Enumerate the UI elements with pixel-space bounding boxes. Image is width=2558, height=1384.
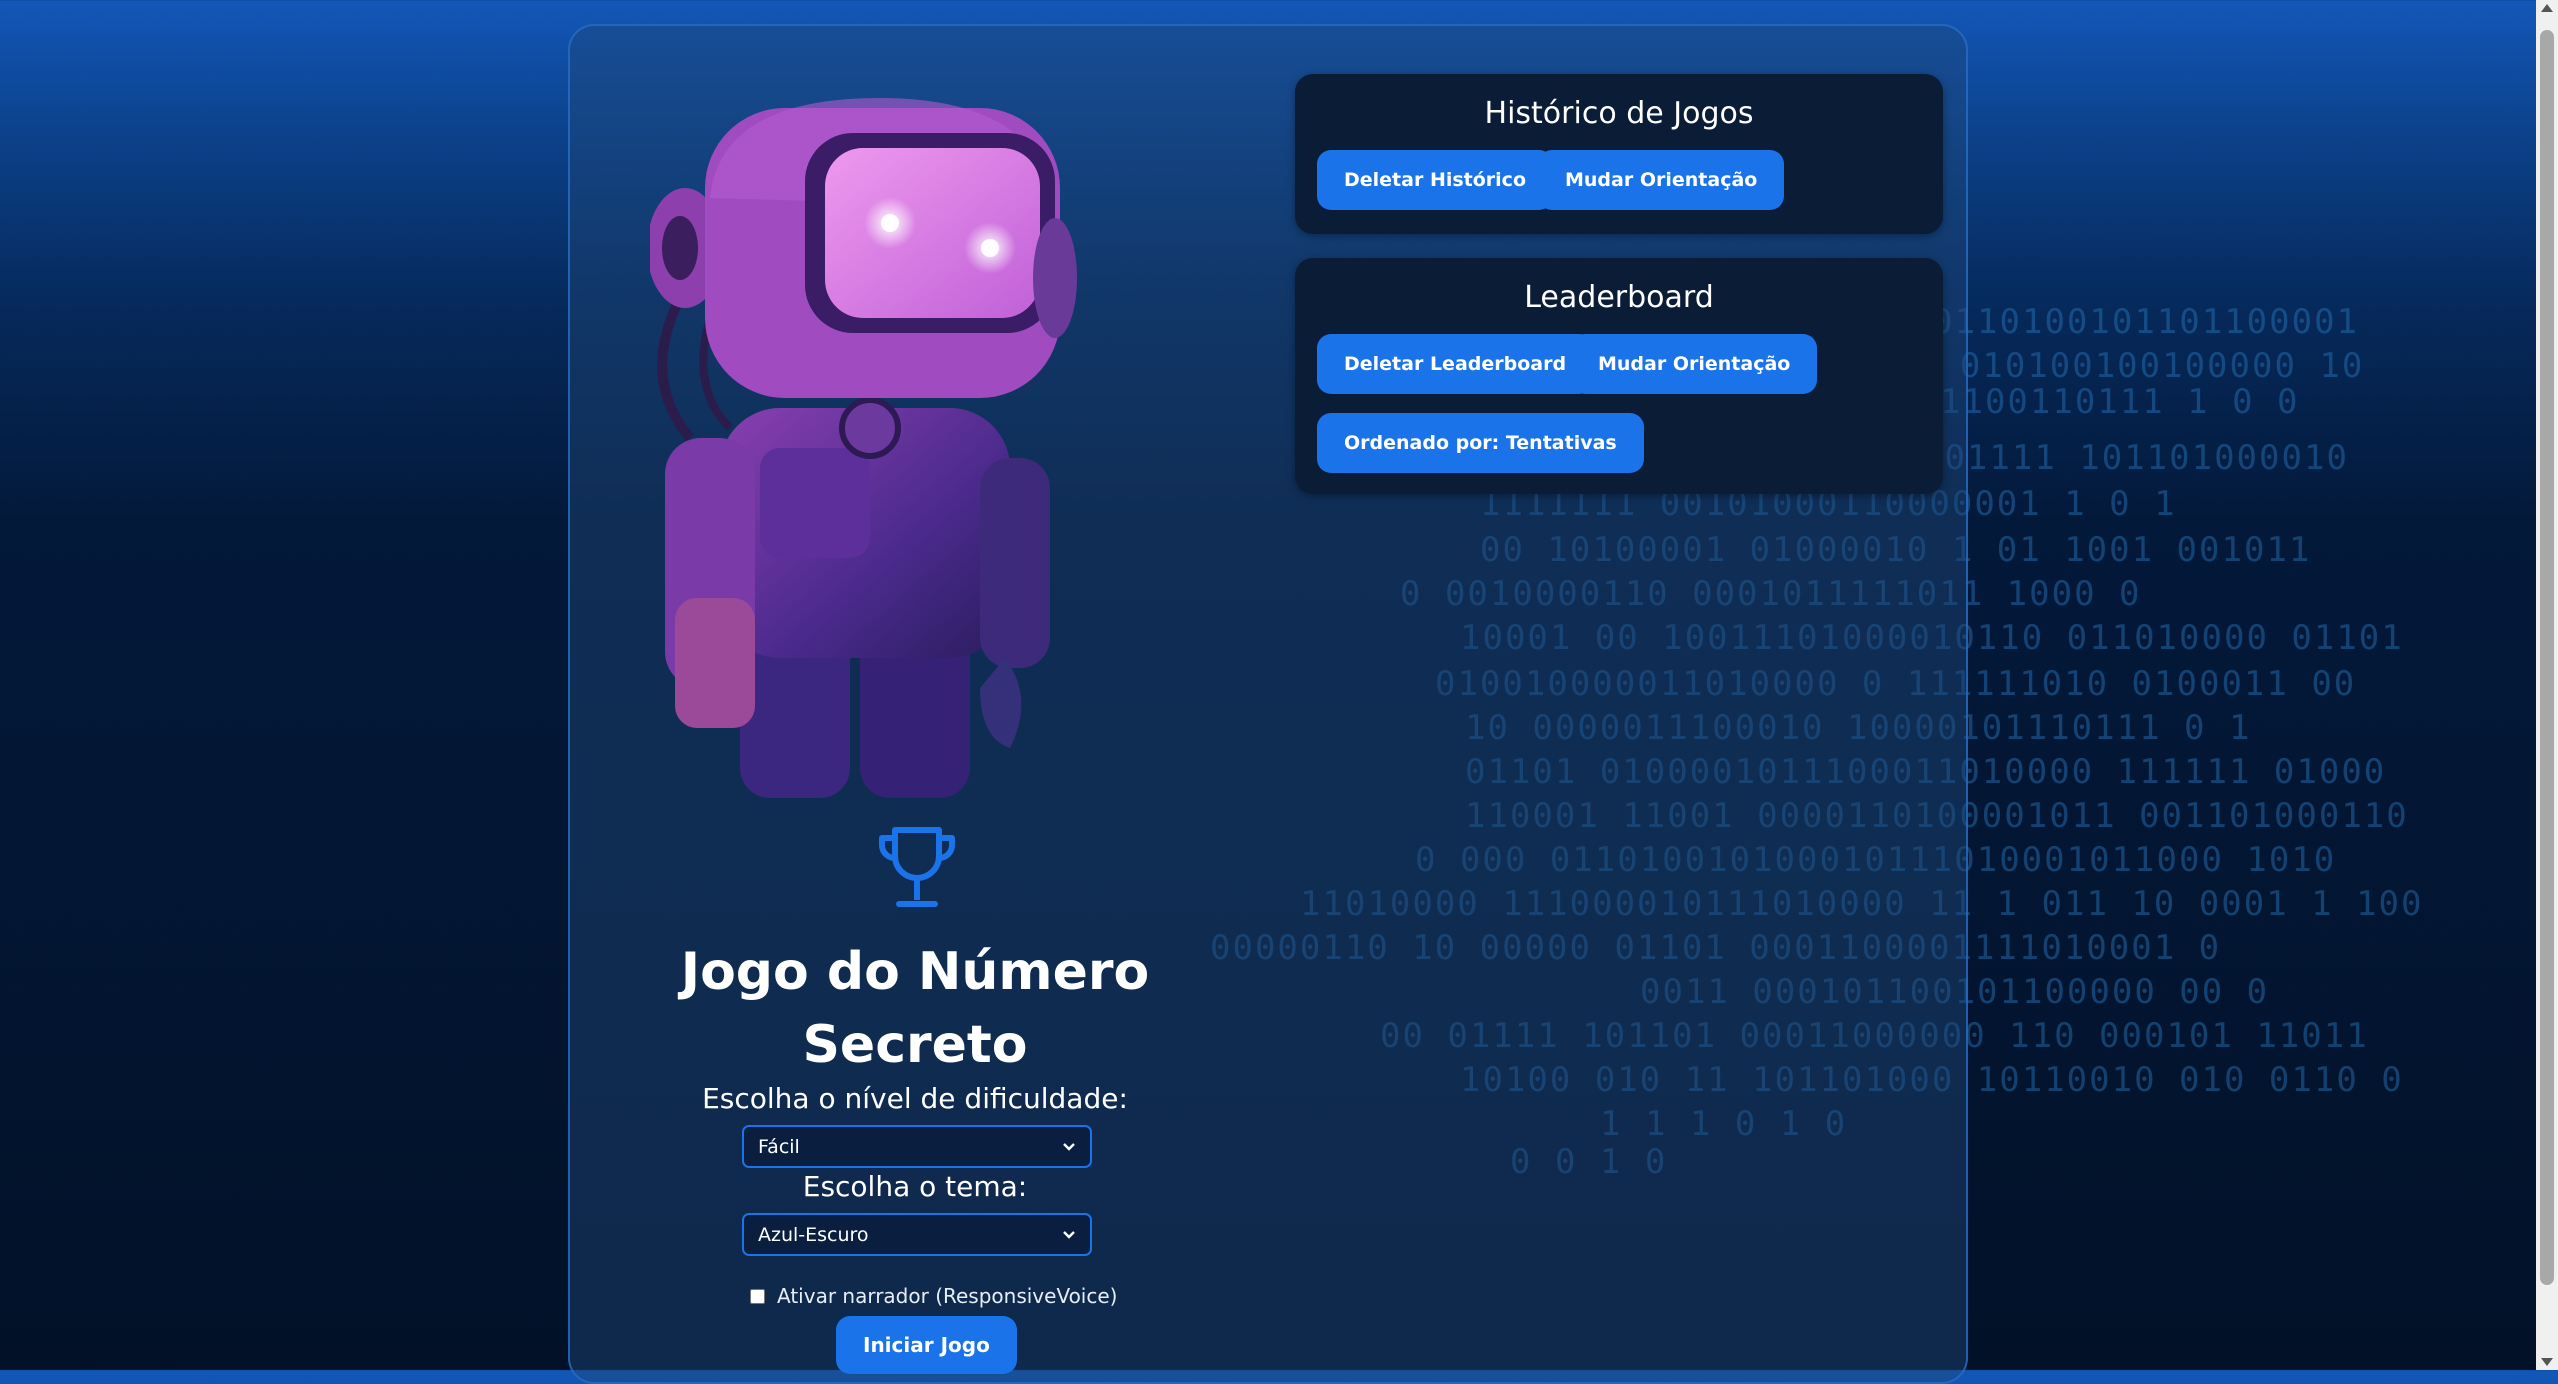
history-panel: Histórico de Jogos Deletar Histórico Mud… bbox=[1295, 74, 1943, 234]
theme-label: Escolha o tema: bbox=[802, 1170, 1028, 1203]
difficulty-select[interactable]: Fácil bbox=[742, 1125, 1092, 1168]
robot-mascot-image bbox=[650, 98, 1077, 798]
chevron-down-icon bbox=[1063, 1142, 1075, 1151]
game-title: Jogo do Número Secreto bbox=[650, 936, 1180, 1082]
game-title-line-2: Secreto bbox=[802, 1015, 1028, 1075]
start-game-button[interactable]: Iniciar Jogo bbox=[836, 1316, 1017, 1374]
theme-select-value: Azul-Escuro bbox=[758, 1223, 869, 1246]
scrollbar-thumb[interactable] bbox=[2540, 30, 2554, 1285]
chevron-down-icon bbox=[1063, 1230, 1075, 1239]
main-card: Histórico de Jogos Deletar Histórico Mud… bbox=[568, 24, 1968, 1384]
leaderboard-title: Leaderboard bbox=[1524, 280, 1714, 315]
scroll-up-arrow-icon[interactable] bbox=[2541, 4, 2553, 12]
trophy-icon bbox=[879, 827, 955, 907]
delete-history-button[interactable]: Deletar Histórico bbox=[1317, 150, 1554, 210]
page-scrollbar[interactable] bbox=[2536, 0, 2558, 1370]
history-change-orientation-button[interactable]: Mudar Orientação bbox=[1538, 150, 1785, 210]
narrator-option: Ativar narrador (ResponsiveVoice) bbox=[750, 1284, 1117, 1308]
leaderboard-change-orientation-button[interactable]: Mudar Orientação bbox=[1571, 334, 1818, 394]
leaderboard-panel: Leaderboard Deletar Leaderboard Mudar Or… bbox=[1295, 258, 1943, 494]
binary-line: 1100110111 1 0 0 bbox=[1940, 382, 2300, 422]
scroll-down-arrow-icon[interactable] bbox=[2541, 1358, 2553, 1366]
narrator-label: Ativar narrador (ResponsiveVoice) bbox=[777, 1284, 1118, 1308]
game-title-line-1: Jogo do Número bbox=[680, 942, 1150, 1002]
difficulty-label: Escolha o nível de dificuldade: bbox=[702, 1082, 1128, 1115]
narrator-checkbox[interactable] bbox=[750, 1288, 765, 1304]
theme-select[interactable]: Azul-Escuro bbox=[742, 1213, 1092, 1256]
delete-leaderboard-button[interactable]: Deletar Leaderboard bbox=[1317, 334, 1594, 394]
difficulty-select-value: Fácil bbox=[758, 1135, 800, 1158]
sort-by-button[interactable]: Ordenado por: Tentativas bbox=[1317, 413, 1644, 473]
history-title: Histórico de Jogos bbox=[1484, 96, 1754, 131]
